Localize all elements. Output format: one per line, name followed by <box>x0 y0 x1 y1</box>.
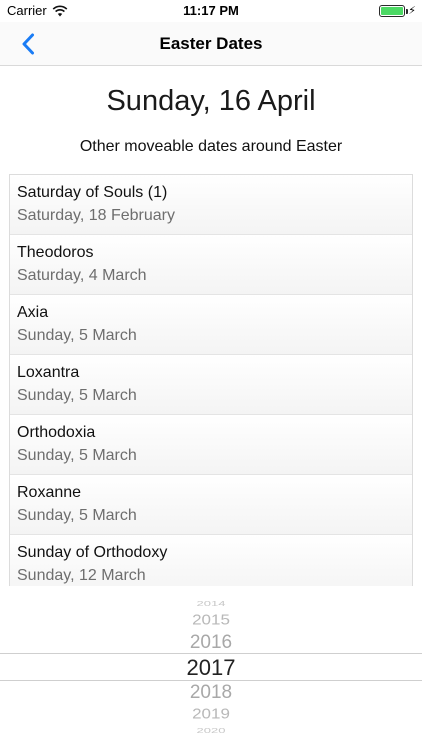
list-item[interactable]: Loxantra Sunday, 5 March <box>10 355 412 415</box>
list-item[interactable]: Sunday of Orthodoxy Sunday, 12 March <box>10 535 412 586</box>
picker-year-2016[interactable]: 2016 <box>0 632 422 654</box>
battery-fill <box>381 7 404 15</box>
picker-year-2015[interactable]: 2015 <box>0 612 422 629</box>
picker-selection-top-line <box>0 653 422 654</box>
picker-selection-bottom-line <box>0 680 422 681</box>
item-name: Theodoros <box>17 244 94 261</box>
list-item[interactable]: Orthodoxia Sunday, 5 March <box>10 415 412 475</box>
picker-year-2020[interactable]: 2020 <box>0 726 422 734</box>
item-date: Sunday, 5 March <box>17 447 137 464</box>
item-name: Axia <box>17 304 49 321</box>
picker-year-selected[interactable]: 2017 <box>0 655 422 681</box>
moveable-dates-list[interactable]: Saturday of Souls (1) Saturday, 18 Febru… <box>9 174 413 586</box>
moveable-dates-subtitle: Other moveable dates around Easter <box>79 138 343 155</box>
item-date: Sunday, 5 March <box>17 507 137 524</box>
item-date: Saturday, 4 March <box>17 267 147 284</box>
app-screen: Carrier 11:17 PM ⚡ Easter Dates Sunday, … <box>0 0 422 750</box>
item-name: Sunday of Orthodoxy <box>17 544 168 561</box>
list-item[interactable]: Theodoros Saturday, 4 March <box>10 235 412 295</box>
item-date: Saturday, 18 February <box>17 207 176 224</box>
item-date: Sunday, 5 March <box>17 327 137 344</box>
battery-nub <box>406 9 409 14</box>
list-item[interactable]: Roxanne Sunday, 5 March <box>10 475 412 535</box>
navigation-bar: Easter Dates <box>0 22 422 66</box>
item-name: Orthodoxia <box>17 424 96 441</box>
status-bar: Carrier 11:17 PM ⚡ <box>0 0 422 22</box>
picker-year-2018[interactable]: 2018 <box>0 682 422 704</box>
item-date: Sunday, 5 March <box>17 387 137 404</box>
year-picker[interactable]: 2014 2015 2016 2017 2018 2019 2020 <box>0 586 422 750</box>
easter-date-heading: Sunday, 16 April <box>106 85 316 117</box>
charging-bolt-icon: ⚡ <box>408 5 416 17</box>
status-right: ⚡ <box>379 5 416 17</box>
status-time: 11:17 PM <box>183 3 239 18</box>
item-date: Sunday, 12 March <box>17 567 146 584</box>
list-item[interactable]: Axia Sunday, 5 March <box>10 295 412 355</box>
list-item[interactable]: Saturday of Souls (1) Saturday, 18 Febru… <box>10 175 412 235</box>
nav-title: Easter Dates <box>159 34 263 53</box>
picker-year-2014[interactable]: 2014 <box>0 599 422 607</box>
item-name: Saturday of Souls (1) <box>17 184 168 201</box>
battery-icon <box>379 5 409 17</box>
item-name: Loxantra <box>17 364 80 381</box>
item-name: Roxanne <box>17 484 82 501</box>
picker-year-2019[interactable]: 2019 <box>0 706 422 723</box>
